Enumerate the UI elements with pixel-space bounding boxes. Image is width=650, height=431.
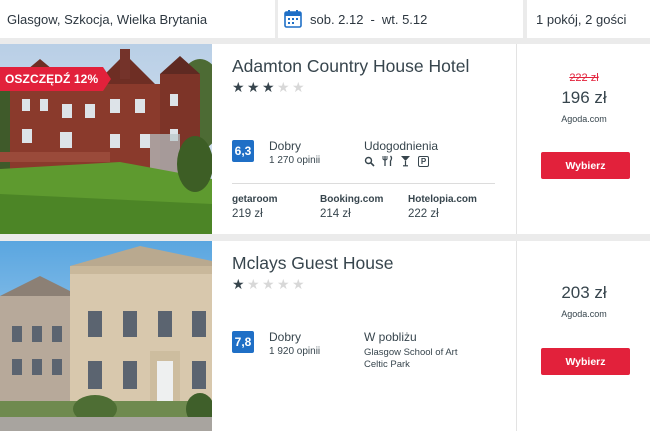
review-count[interactable]: 1 920 opinii <box>269 346 320 357</box>
hotel-photo[interactable]: OSZCZĘDŹ 12% <box>0 44 212 234</box>
deal-price: 219 zł <box>232 208 263 220</box>
star-icon: ★ <box>247 79 260 95</box>
checkin-date[interactable]: sob. 2.12 <box>310 12 364 27</box>
hotel-name[interactable]: Adamton Country House Hotel <box>232 56 469 77</box>
rating-label: Dobry <box>269 330 302 344</box>
deal-provider: getaroom <box>232 194 278 205</box>
star-icon: ★ <box>232 79 245 95</box>
bar-icon <box>400 155 411 167</box>
checkout-date[interactable]: wt. 5.12 <box>382 12 428 27</box>
guests-field[interactable]: 1 pokój, 2 gości <box>527 0 650 38</box>
nearby-title: W pobliżu <box>364 330 417 344</box>
search-bar: Glasgow, Szkocja, Wielka Brytania sob. 2… <box>0 0 650 40</box>
deal-price: 222 zł <box>408 208 439 220</box>
star-empty-icon: ★ <box>277 79 290 95</box>
price-column: 222 zł 196 zł Agoda.com Wybierz <box>516 44 650 234</box>
star-empty-icon: ★ <box>262 276 275 292</box>
star-empty-icon: ★ <box>292 276 305 292</box>
nearby-place: Glasgow School of Art <box>364 347 458 358</box>
star-rating: ★ ★ ★ ★ ★ <box>232 80 305 94</box>
destination-field[interactable]: Glasgow, Szkocja, Wielka Brytania <box>0 0 275 38</box>
date-separator: - <box>370 11 375 27</box>
date-range-field[interactable]: sob. 2.12 - wt. 5.12 <box>278 0 523 38</box>
deal-provider: Hotelopia.com <box>408 194 477 205</box>
star-empty-icon: ★ <box>247 276 260 292</box>
star-rating: ★ ★ ★ ★ ★ <box>232 277 305 291</box>
deal-offer[interactable]: Hotelopia.com 222 zł <box>408 194 477 220</box>
best-price-provider: Agoda.com <box>561 114 607 124</box>
best-price-provider: Agoda.com <box>561 309 607 319</box>
rating-score-badge: 7,8 <box>232 331 254 353</box>
star-icon: ★ <box>232 276 245 292</box>
hotel-name[interactable]: Mclays Guest House <box>232 253 393 274</box>
parking-icon: P <box>418 155 429 167</box>
deal-offer[interactable]: Booking.com 214 zł <box>320 194 383 220</box>
star-empty-icon: ★ <box>292 79 305 95</box>
review-count[interactable]: 1 270 opinii <box>269 155 320 166</box>
best-price: 196 zł <box>561 88 607 107</box>
hotel-result-card: OSZCZĘDŹ 12% Adamton Country House Hotel… <box>0 44 650 234</box>
amenities-list: P <box>364 155 429 167</box>
rating-label: Dobry <box>269 139 302 153</box>
divider <box>232 183 495 184</box>
deal-price: 214 zł <box>320 208 351 220</box>
star-empty-icon: ★ <box>277 276 290 292</box>
calendar-icon <box>284 9 302 29</box>
nearby-place: Celtic Park <box>364 359 410 370</box>
restaurant-icon <box>382 155 393 167</box>
rating-score-badge: 6,3 <box>232 140 254 162</box>
guests-text: 1 pokój, 2 gości <box>536 11 627 27</box>
select-button[interactable]: Wybierz <box>541 152 630 179</box>
deal-offer[interactable]: getaroom 219 zł <box>232 194 278 220</box>
best-price: 203 zł <box>561 283 607 302</box>
hotel-result-card: Mclays Guest House ★ ★ ★ ★ ★ 7,8 Dobry 1… <box>0 241 650 431</box>
select-button[interactable]: Wybierz <box>541 348 630 375</box>
deal-provider: Booking.com <box>320 194 384 205</box>
discount-badge: OSZCZĘDŹ 12% <box>0 67 112 91</box>
destination-text: Glasgow, Szkocja, Wielka Brytania <box>7 11 208 27</box>
hotel-photo[interactable] <box>0 241 212 431</box>
star-icon: ★ <box>262 79 275 95</box>
spa-icon <box>364 155 375 167</box>
amenities-title: Udogodnienia <box>364 139 439 153</box>
price-column: 203 zł Agoda.com Wybierz <box>516 241 650 431</box>
old-price: 222 zł <box>569 72 599 84</box>
